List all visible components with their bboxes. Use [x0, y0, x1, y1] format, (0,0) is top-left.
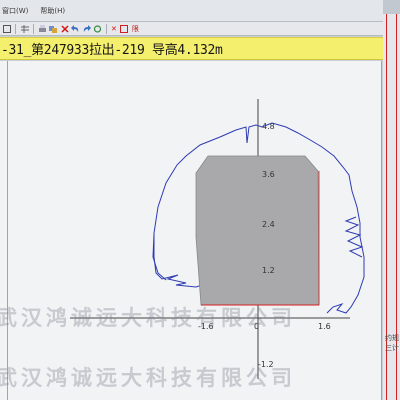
- tunnel-cross-section: [195, 155, 320, 306]
- toolbar-separator: [106, 23, 107, 34]
- section-title-bar: -31_第247933拉出-219 导高4.132m: [0, 37, 385, 60]
- toolbar-separator: [33, 23, 34, 34]
- y-tick-label: 4.8: [262, 122, 275, 131]
- refresh-icon[interactable]: [93, 24, 102, 33]
- menu-bar: 窗口(W) 帮助(H): [0, 0, 388, 22]
- grid-icon[interactable]: [20, 24, 29, 33]
- toolbar-separator: [15, 23, 16, 34]
- stop-icon[interactable]: [119, 24, 128, 33]
- plot-area[interactable]: 4.8 3.6 2.4 1.2 -1.6 0 1.6 -1.2: [0, 61, 382, 400]
- undo-icon[interactable]: [71, 24, 80, 33]
- scan-profile-lower-left: [153, 233, 203, 288]
- layers-icon[interactable]: [49, 24, 58, 33]
- y-tick-label: 1.2: [262, 266, 275, 275]
- right-panel: 约规 三计: [383, 0, 400, 400]
- redo-icon[interactable]: [82, 24, 91, 33]
- print-icon[interactable]: [38, 24, 47, 33]
- y-tick-label: 3.6: [262, 170, 275, 179]
- side-label: 约规: [385, 334, 399, 342]
- window-gap: [383, 0, 400, 14]
- toolbar: ✕ 限: [0, 22, 388, 36]
- menu-window[interactable]: 窗口(W): [2, 6, 28, 16]
- section-title: -31_第247933拉出-219 导高4.132m: [1, 43, 223, 58]
- watermark: 武汉鸿诚远大科技有限公司: [0, 305, 296, 330]
- close-icon[interactable]: ✕: [111, 25, 117, 33]
- delete-icon[interactable]: [60, 24, 69, 33]
- side-label: 三计: [385, 344, 399, 352]
- square-icon[interactable]: [2, 24, 11, 33]
- limit-label[interactable]: 限: [132, 24, 139, 34]
- watermark: 武汉鸿诚远大科技有限公司: [0, 365, 296, 390]
- profile-canvas: 4.8 3.6 2.4 1.2 -1.6 0 1.6 -1.2: [70, 99, 365, 379]
- menu-help[interactable]: 帮助(H): [40, 6, 65, 16]
- y-tick-label: 2.4: [262, 220, 275, 229]
